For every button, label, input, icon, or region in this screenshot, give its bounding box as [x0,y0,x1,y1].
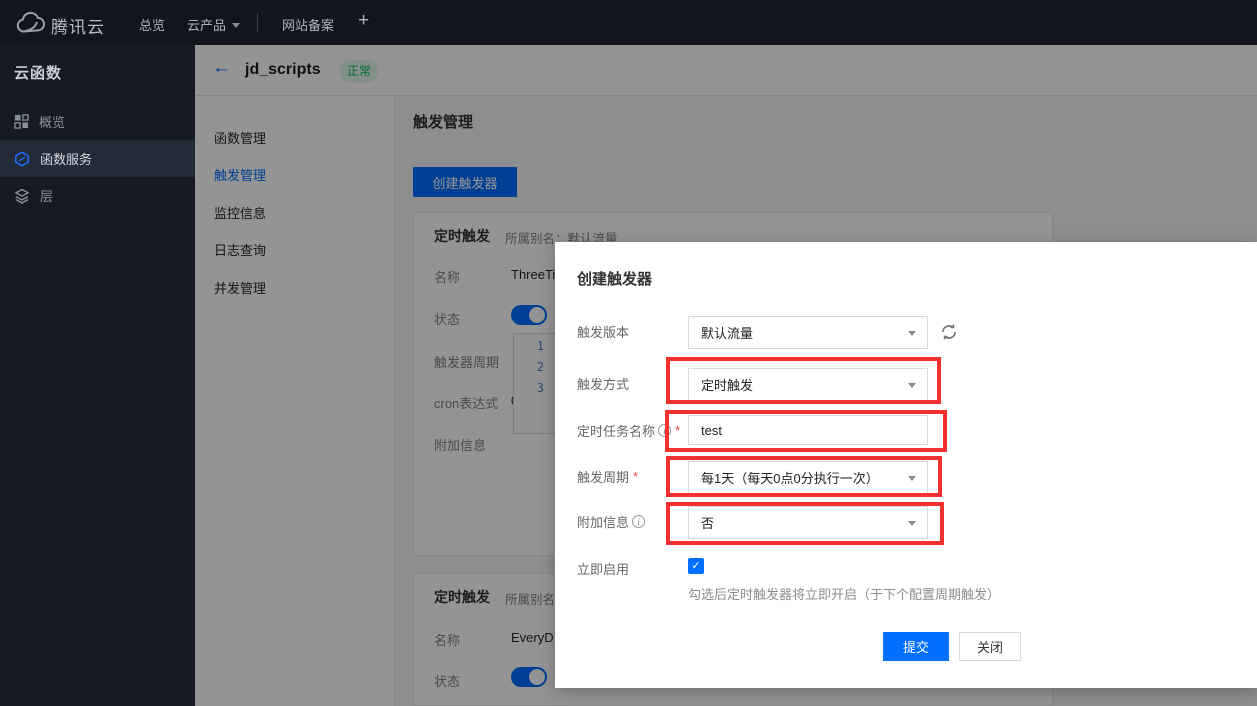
enable-now-hint: 勾选后定时触发器将立即开启（于下个配置周期触发） [688,584,1000,603]
sidebar-item-overview[interactable]: 概览 [0,103,195,140]
function-hexagon-icon [14,151,30,167]
layers-icon [14,188,30,204]
nav-add-tab-button[interactable]: + [358,10,369,32]
extra-info-label-text: 附加信息 [577,512,629,531]
trigger-type-value: 定时触发 [701,375,753,394]
nav-overview[interactable]: 总览 [139,15,165,34]
sidebar-item-label: 函数服务 [40,149,92,168]
brand-name[interactable]: 腾讯云 [51,13,105,38]
trigger-type-label: 触发方式 [577,374,629,393]
modal-title: 创建触发器 [577,268,652,289]
left-sidebar: 云函数 概览 函数服务 层 [0,45,195,706]
chevron-down-icon [908,331,916,336]
trigger-type-select[interactable]: 定时触发 [688,368,928,401]
create-trigger-modal: 创建触发器 触发版本 默认流量 触发方式 定时触发 定时任务名称 i * [555,242,1257,688]
sidebar-item-layers[interactable]: 层 [0,177,195,214]
sidebar-item-label: 概览 [39,112,65,131]
trigger-cycle-value: 每1天（每天0点0分执行一次） [701,468,879,487]
task-name-input-wrap [688,415,928,445]
nav-divider [257,13,258,32]
chevron-down-icon [908,521,916,526]
chevron-down-icon [908,476,916,481]
info-icon[interactable]: i [632,515,645,528]
screen: 腾讯云 总览 云产品 网站备案 + 云函数 概览 函数服务 [0,0,1257,706]
trigger-version-select[interactable]: 默认流量 [688,316,928,349]
top-navbar: 腾讯云 总览 云产品 网站备案 + [0,0,1257,45]
enable-now-checkbox-checked[interactable]: ✓ [688,558,704,574]
sidebar-item-label: 层 [40,186,53,205]
nav-beian[interactable]: 网站备案 [282,15,334,34]
refresh-icon[interactable] [940,323,958,341]
task-name-input[interactable] [689,416,927,444]
sidebar-title: 云函数 [14,62,62,83]
enable-now-label: 立即启用 [577,559,629,578]
trigger-cycle-select[interactable]: 每1天（每天0点0分执行一次） [688,461,928,494]
chevron-down-icon [908,383,916,388]
trigger-cycle-label-text: 触发周期 [577,467,629,486]
tencent-cloud-logo-icon[interactable] [14,10,48,36]
submit-button[interactable]: 提交 [883,632,949,661]
trigger-version-label: 触发版本 [577,322,629,341]
task-name-label: 定时任务名称 i * [577,421,680,440]
extra-info-label: 附加信息 i [577,512,645,531]
nav-products-label: 云产品 [187,18,226,33]
sidebar-item-function-service[interactable]: 函数服务 [0,140,195,177]
grid-icon [14,114,29,129]
task-name-label-text: 定时任务名称 [577,421,655,440]
chevron-down-icon [232,23,240,28]
extra-info-select[interactable]: 否 [688,506,928,539]
extra-info-value: 否 [701,513,714,532]
required-asterisk: * [675,423,680,438]
info-icon[interactable]: i [658,424,671,437]
nav-products[interactable]: 云产品 [187,15,240,34]
close-button[interactable]: 关闭 [959,632,1021,661]
trigger-version-value: 默认流量 [701,323,753,342]
required-asterisk: * [633,469,638,484]
trigger-cycle-label: 触发周期 * [577,467,638,486]
